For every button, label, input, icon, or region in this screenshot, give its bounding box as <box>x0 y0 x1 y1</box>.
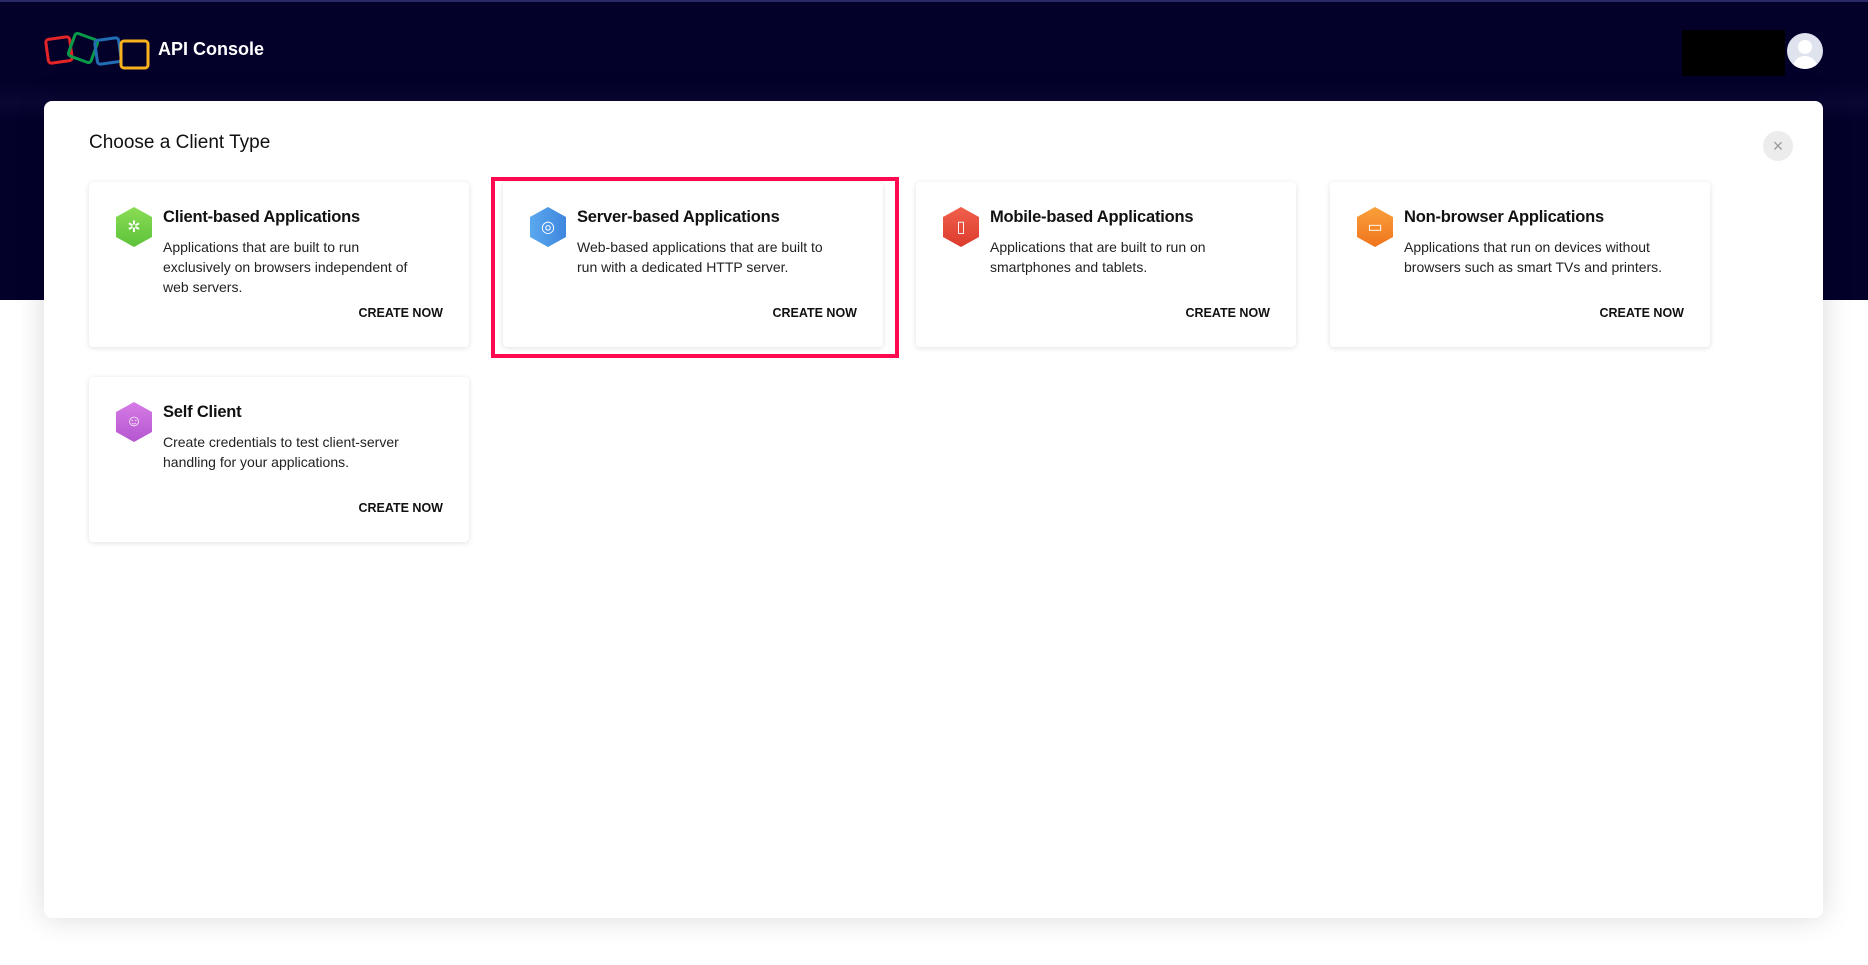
close-button[interactable]: × <box>1763 131 1793 161</box>
mobile-icon: ▯ <box>943 207 979 247</box>
card-description: Web-based applications that are built to… <box>577 239 823 275</box>
card-mobile-based[interactable]: ▯ Mobile-based Applications Applications… <box>916 182 1296 347</box>
user-name-redacted[interactable] <box>1682 30 1785 76</box>
create-now-button[interactable]: CREATE NOW <box>359 306 444 320</box>
zoho-logo-icon <box>44 32 150 70</box>
card-description: Applications that are built to run exclu… <box>163 239 408 295</box>
person-icon: ☺ <box>116 402 152 442</box>
person-icon <box>1792 40 1818 69</box>
app-title: API Console <box>158 39 265 59</box>
tv-icon: ▭ <box>1357 207 1393 247</box>
user-avatar[interactable] <box>1787 33 1823 69</box>
create-now-button[interactable]: CREATE NOW <box>359 501 444 515</box>
card-client-based[interactable]: ✲ Client-based Applications Applications… <box>89 182 469 347</box>
create-now-button[interactable]: CREATE NOW <box>1600 306 1685 320</box>
card-description: Create credentials to test client-server… <box>163 434 399 470</box>
card-non-browser[interactable]: ▭ Non-browser Applications Applications … <box>1330 182 1710 347</box>
card-title: Client-based Applications <box>163 208 360 226</box>
card-title: Server-based Applications <box>577 208 780 226</box>
card-self-client[interactable]: ☺ Self Client Create credentials to test… <box>89 377 469 542</box>
globe-icon: ◎ <box>530 207 566 247</box>
create-now-button[interactable]: CREATE NOW <box>1186 306 1271 320</box>
card-title: Self Client <box>163 403 242 421</box>
card-title: Mobile-based Applications <box>990 208 1194 226</box>
create-now-button[interactable]: CREATE NOW <box>773 306 858 320</box>
puzzle-icon: ✲ <box>116 207 152 247</box>
client-type-modal: Choose a Client Type × ✲ Client-based Ap… <box>44 101 1823 918</box>
card-description: Applications that are built to run on sm… <box>990 239 1206 275</box>
card-server-based[interactable]: ◎ Server-based Applications Web-based ap… <box>503 182 883 347</box>
modal-title: Choose a Client Type <box>89 132 271 153</box>
card-title: Non-browser Applications <box>1404 208 1604 226</box>
card-description: Applications that run on devices without… <box>1404 239 1663 275</box>
close-icon: × <box>1772 136 1784 156</box>
